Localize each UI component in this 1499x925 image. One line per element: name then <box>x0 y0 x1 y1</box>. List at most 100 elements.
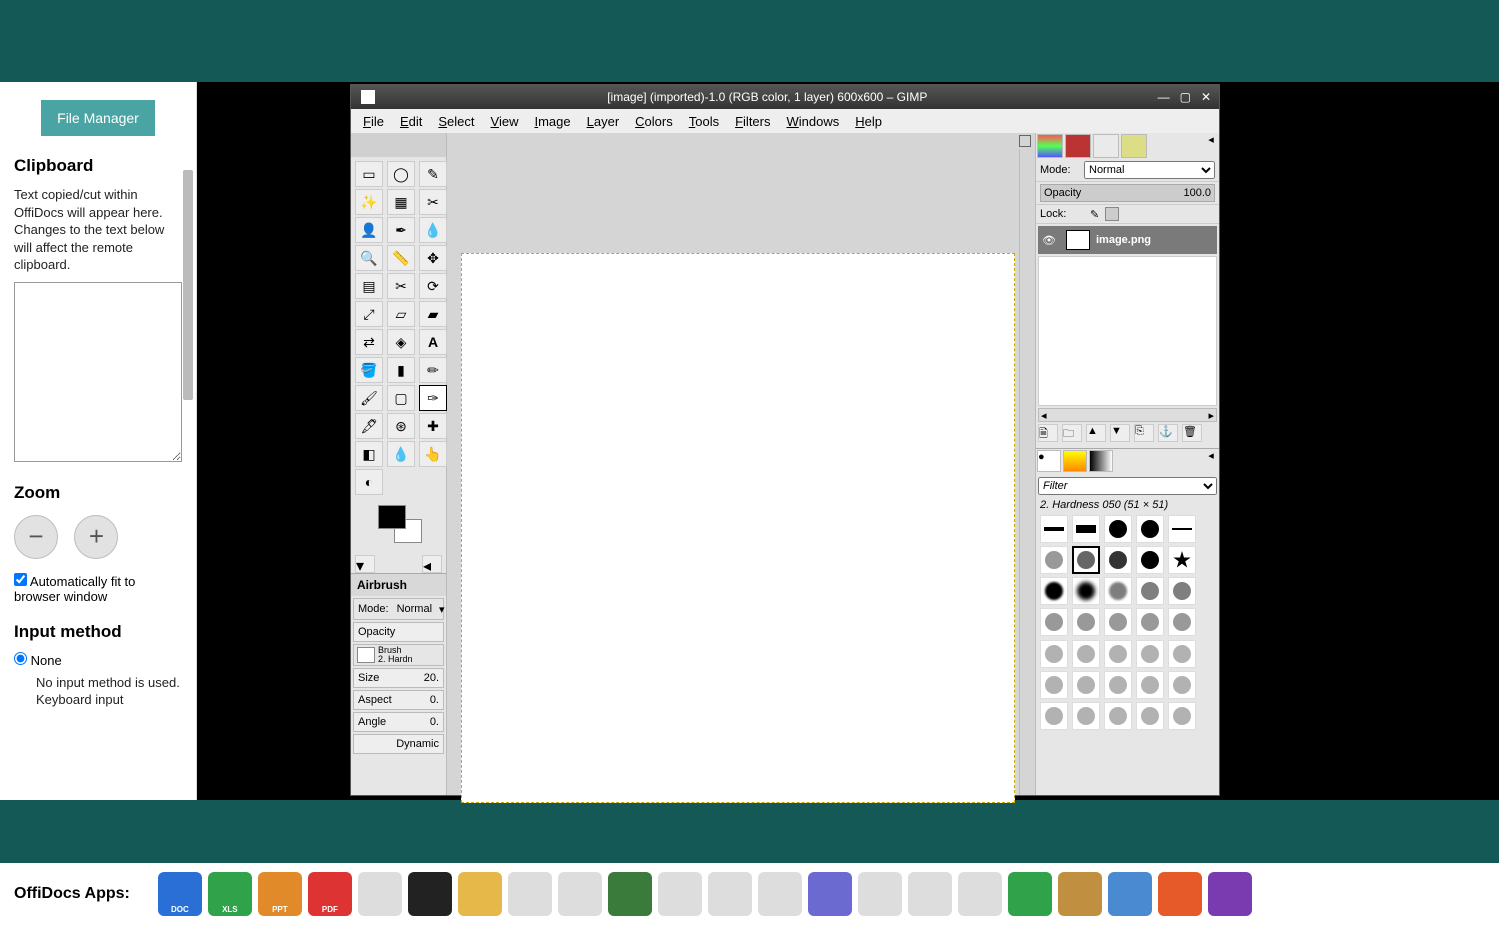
close-button[interactable]: ✕ <box>1201 90 1211 104</box>
dock-app[interactable]: DOC <box>158 872 202 916</box>
toolbox-menu-left[interactable]: ▾ <box>355 555 375 573</box>
tool-scissors[interactable]: ✂ <box>419 189 447 215</box>
layers-hscroll[interactable]: ◂▸ <box>1038 408 1217 422</box>
menu-colors[interactable]: Colors <box>629 112 679 131</box>
fg-color[interactable] <box>378 505 406 529</box>
menu-layer[interactable]: Layer <box>581 112 626 131</box>
layer-delete-icon[interactable]: 🗑 <box>1182 424 1202 442</box>
dock-app[interactable] <box>658 872 702 916</box>
menu-file[interactable]: File <box>357 112 390 131</box>
zoom-in-button[interactable]: + <box>74 515 118 559</box>
brush-item[interactable] <box>1168 640 1196 668</box>
brush-item[interactable] <box>1168 577 1196 605</box>
layer-dup-icon[interactable]: ⎘ <box>1134 424 1154 442</box>
menu-filters[interactable]: Filters <box>729 112 776 131</box>
brush-item[interactable] <box>1168 546 1196 574</box>
brush-item[interactable] <box>1040 577 1068 605</box>
paths-tab-icon[interactable] <box>1093 134 1119 158</box>
tool-zoom[interactable]: 🔍 <box>355 245 383 271</box>
gimp-titlebar[interactable]: [image] (imported)-1.0 (RGB color, 1 lay… <box>351 85 1219 109</box>
minimize-button[interactable]: — <box>1158 90 1170 104</box>
tool-scale[interactable]: ⤢ <box>355 301 383 327</box>
lock-pixels-icon[interactable]: ✎ <box>1090 208 1099 221</box>
dock-app[interactable] <box>858 872 902 916</box>
layers-mode-row[interactable]: Mode: Normal <box>1036 159 1219 182</box>
layer-row[interactable]: 👁 image.png <box>1038 226 1217 254</box>
dock-app[interactable] <box>358 872 402 916</box>
brush-item[interactable] <box>1040 702 1068 730</box>
dock-app[interactable] <box>958 872 1002 916</box>
auto-fit-checkbox-label[interactable]: Automatically fit to browser window <box>14 573 182 604</box>
brush-item[interactable] <box>1104 608 1132 636</box>
opt-size[interactable]: Size 20. <box>353 668 444 688</box>
layers-lock-row[interactable]: Lock: ✎ <box>1036 205 1219 224</box>
opt-brush[interactable]: Brush2. Hardn <box>353 644 444 666</box>
layer-new-icon[interactable]: 🗎 <box>1038 424 1058 442</box>
brush-item[interactable] <box>1104 640 1132 668</box>
menu-tools[interactable]: Tools <box>683 112 725 131</box>
tool-heal[interactable]: ✚ <box>419 413 447 439</box>
brush-item[interactable] <box>1104 702 1132 730</box>
brush-item[interactable] <box>1136 640 1164 668</box>
tool-foreground[interactable]: 👤 <box>355 217 383 243</box>
layer-anchor-icon[interactable]: ⚓ <box>1158 424 1178 442</box>
brush-item[interactable] <box>1136 546 1164 574</box>
layer-group-icon[interactable]: 🗀 <box>1062 424 1082 442</box>
tool-paths[interactable]: ✒ <box>387 217 415 243</box>
auto-fit-checkbox[interactable] <box>14 573 27 586</box>
dock-menu-icon[interactable]: ◂ <box>1203 133 1219 159</box>
patterns-tab-icon[interactable] <box>1063 450 1087 472</box>
tool-rotate[interactable]: ⟳ <box>419 273 447 299</box>
dock-app[interactable] <box>508 872 552 916</box>
tool-text[interactable]: A <box>419 329 447 355</box>
tool-rect-select[interactable]: ▭ <box>355 161 383 187</box>
tool-move[interactable]: ✥ <box>419 245 447 271</box>
dock-app[interactable] <box>908 872 952 916</box>
lock-alpha-icon[interactable] <box>1105 207 1119 221</box>
tool-color-select[interactable]: ▦ <box>387 189 415 215</box>
layer-visibility-icon[interactable]: 👁 <box>1038 234 1060 247</box>
brush-filter-select[interactable]: Filter <box>1038 477 1217 495</box>
tool-measure[interactable]: 📏 <box>387 245 415 271</box>
brush-item[interactable] <box>1136 671 1164 699</box>
layer-down-icon[interactable]: ▼ <box>1110 424 1130 442</box>
dock-app[interactable]: XLS <box>208 872 252 916</box>
tool-color-picker[interactable]: 💧 <box>419 217 447 243</box>
brush-item[interactable] <box>1040 671 1068 699</box>
dock-app[interactable] <box>808 872 852 916</box>
dock-app[interactable] <box>1058 872 1102 916</box>
tool-blend[interactable]: ▮ <box>387 357 415 383</box>
brushes-tab-icon[interactable]: ● <box>1037 450 1061 472</box>
dock-app[interactable]: PPT <box>258 872 302 916</box>
brush-item[interactable] <box>1168 671 1196 699</box>
tool-ink[interactable]: 🖋 <box>355 413 383 439</box>
canvas-scrollbar-v[interactable] <box>1019 149 1035 795</box>
brush-item[interactable] <box>1040 546 1068 574</box>
tool-perspective[interactable]: ▰ <box>419 301 447 327</box>
brush-item[interactable] <box>1168 608 1196 636</box>
brush-item[interactable] <box>1136 702 1164 730</box>
brush-item[interactable] <box>1072 640 1100 668</box>
input-none-radio[interactable] <box>14 652 27 665</box>
menu-windows[interactable]: Windows <box>781 112 846 131</box>
dock-app[interactable] <box>1208 872 1252 916</box>
tool-eraser[interactable]: ▢ <box>387 385 415 411</box>
menu-edit[interactable]: Edit <box>394 112 428 131</box>
maximize-button[interactable]: ▢ <box>1180 90 1191 104</box>
clipboard-textarea[interactable] <box>14 282 182 462</box>
opt-dynamics[interactable]: Dynamic <box>353 734 444 754</box>
layers-tab-icon[interactable] <box>1037 134 1063 158</box>
dock-app[interactable] <box>408 872 452 916</box>
brush-item[interactable] <box>1104 671 1132 699</box>
sidebar-scrollbar[interactable] <box>183 170 193 400</box>
opt-mode[interactable]: Mode: Normal ▾ <box>353 598 444 620</box>
file-manager-button[interactable]: File Manager <box>41 100 155 136</box>
layers-mode-select[interactable]: Normal <box>1084 161 1215 179</box>
tool-bucket[interactable]: 🪣 <box>355 357 383 383</box>
brush-item[interactable] <box>1040 640 1068 668</box>
toolbox-menu-right[interactable]: ◂ <box>422 555 442 573</box>
layers-list[interactable] <box>1038 256 1217 406</box>
brush-item[interactable] <box>1040 515 1068 543</box>
tool-paintbrush[interactable]: 🖌 <box>355 385 383 411</box>
tool-ellipse-select[interactable]: ◯ <box>387 161 415 187</box>
